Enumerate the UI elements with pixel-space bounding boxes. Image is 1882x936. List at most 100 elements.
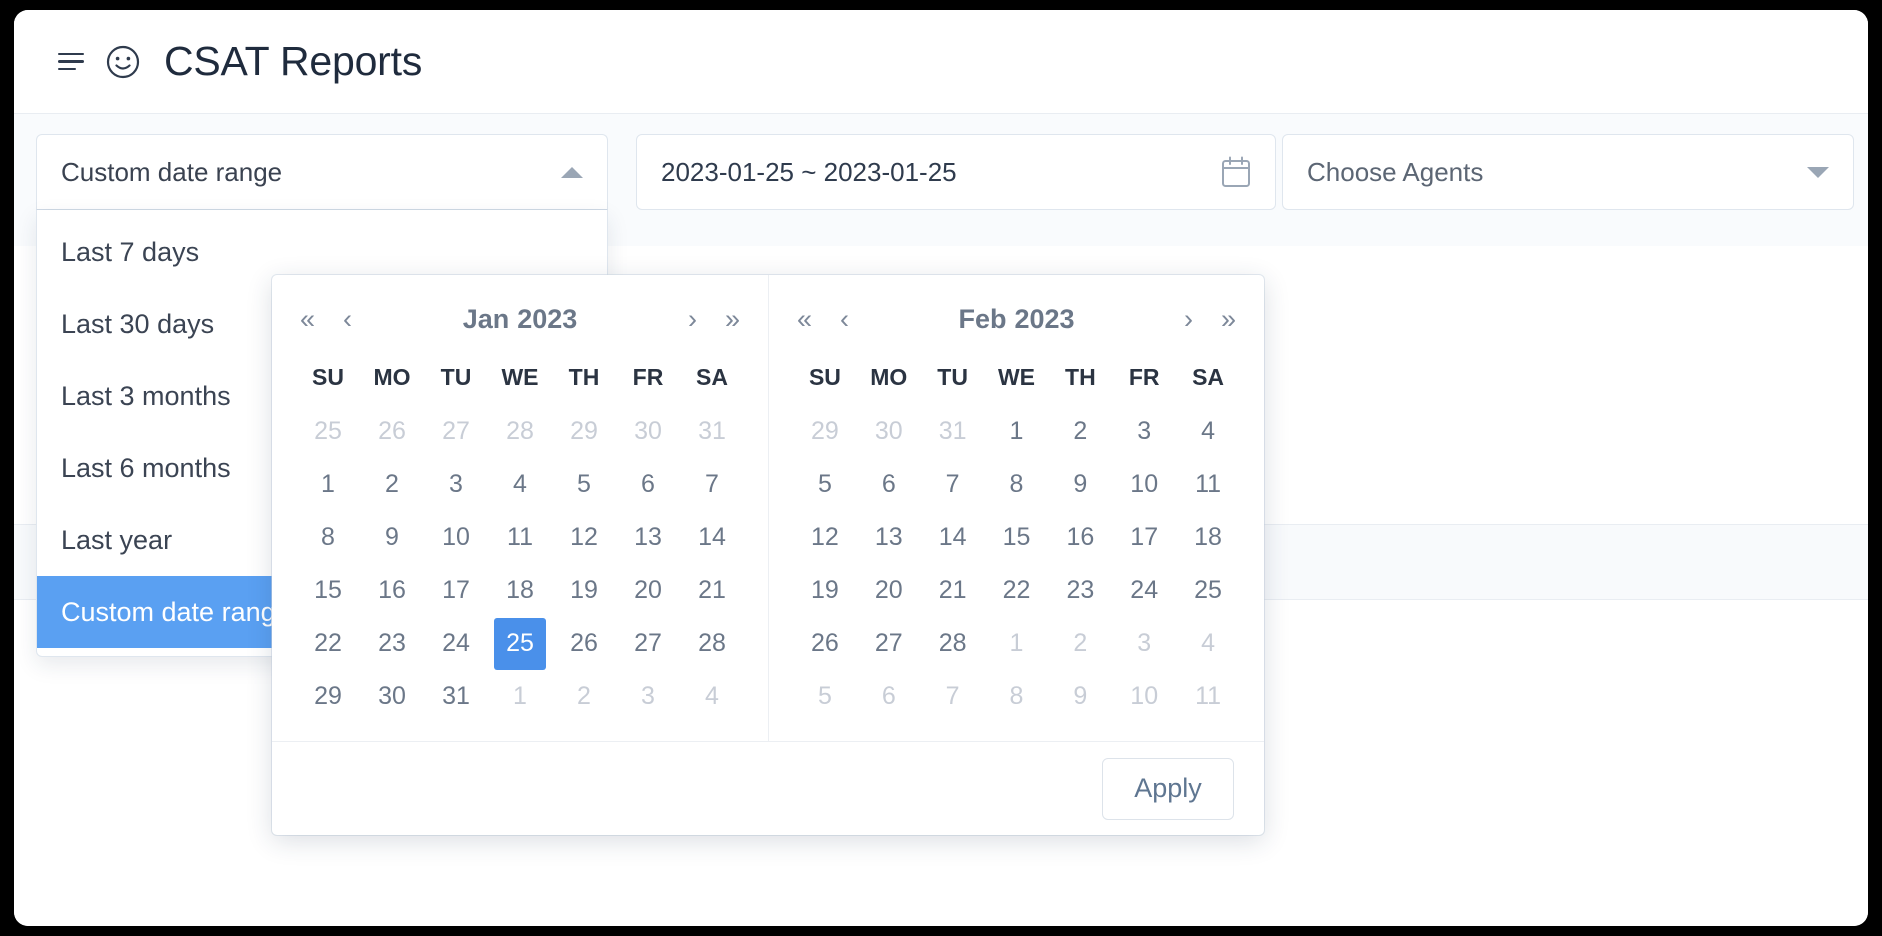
hamburger-icon[interactable]: [58, 52, 84, 72]
calendar-month-label[interactable]: Jan: [463, 304, 510, 334]
calendar-day[interactable]: 10: [1118, 459, 1170, 511]
calendar-day[interactable]: 15: [990, 512, 1042, 564]
calendar-day[interactable]: 13: [622, 512, 674, 564]
calendar-day[interactable]: 17: [1118, 512, 1170, 564]
calendar-day[interactable]: 19: [799, 565, 851, 617]
calendar-day[interactable]: 2: [1054, 406, 1106, 458]
calendar-day-cell: 7: [680, 458, 744, 511]
prev-month-button[interactable]: ‹: [836, 305, 853, 333]
calendar-day[interactable]: 1: [990, 406, 1042, 458]
calendar-day[interactable]: 22: [302, 618, 354, 670]
calendar-day[interactable]: 3: [430, 459, 482, 511]
calendar-day-cell: 2: [1048, 405, 1112, 458]
date-range-value: 2023-01-25 ~ 2023-01-25: [661, 156, 957, 187]
prev-year-button[interactable]: «: [296, 305, 319, 333]
calendar-day-cell: 5: [552, 458, 616, 511]
calendar-day[interactable]: 21: [927, 565, 979, 617]
calendar-day[interactable]: 14: [927, 512, 979, 564]
calendar-day[interactable]: 28: [927, 618, 979, 670]
calendar-day[interactable]: 14: [686, 512, 738, 564]
calendar-day[interactable]: 5: [558, 459, 610, 511]
calendar-day[interactable]: 27: [622, 618, 674, 670]
calendar-day[interactable]: 23: [366, 618, 418, 670]
calendar-day-cell: 26: [552, 617, 616, 670]
prev-month-button[interactable]: ‹: [339, 305, 356, 333]
calendar-day[interactable]: 7: [686, 459, 738, 511]
weekday-label: MO: [870, 364, 908, 390]
calendar-day[interactable]: 3: [1118, 406, 1170, 458]
prev-year-button[interactable]: «: [793, 305, 816, 333]
calendar-day[interactable]: 9: [366, 512, 418, 564]
calendar-day[interactable]: 4: [1182, 406, 1234, 458]
calendar-day[interactable]: 20: [863, 565, 915, 617]
calendar-day[interactable]: 13: [863, 512, 915, 564]
calendar-day[interactable]: 24: [1118, 565, 1170, 617]
calendar-day-cell: 28: [488, 405, 552, 458]
calendar-day[interactable]: 4: [494, 459, 546, 511]
calendar-day[interactable]: 16: [366, 565, 418, 617]
calendar-day[interactable]: 22: [990, 565, 1042, 617]
calendar-day[interactable]: 26: [558, 618, 610, 670]
next-month-button[interactable]: ›: [684, 305, 701, 333]
calendar-day[interactable]: 2: [366, 459, 418, 511]
calendar-day[interactable]: 21: [686, 565, 738, 617]
calendar-day[interactable]: 15: [302, 565, 354, 617]
calendar-day[interactable]: 20: [622, 565, 674, 617]
calendar-title: Feb 2023: [793, 304, 1240, 335]
next-year-button[interactable]: »: [1217, 305, 1240, 333]
apply-button[interactable]: Apply: [1102, 757, 1234, 820]
calendar-day[interactable]: 23: [1054, 565, 1106, 617]
calendar-day[interactable]: 6: [863, 459, 915, 511]
calendar-year-label[interactable]: 2023: [517, 304, 577, 334]
calendar-day[interactable]: 9: [1054, 459, 1106, 511]
calendar-day[interactable]: 18: [494, 565, 546, 617]
next-year-button[interactable]: »: [721, 305, 744, 333]
next-month-button[interactable]: ›: [1180, 305, 1197, 333]
calendar-week-row: 25 26 27 28 29 30 31: [296, 405, 744, 458]
calendar-day-cell: 24: [1112, 564, 1176, 617]
calendar-day[interactable]: 17: [430, 565, 482, 617]
agents-select[interactable]: Choose Agents: [1282, 134, 1854, 210]
calendar-day-cell: 3: [1112, 617, 1176, 670]
calendar-title: Jan 2023: [296, 304, 744, 335]
calendar-day-cell: 24: [424, 617, 488, 670]
app-header: CSAT Reports: [14, 10, 1868, 114]
calendar-day[interactable]: 11: [1182, 459, 1234, 511]
calendar-day[interactable]: 1: [302, 459, 354, 511]
calendar-day[interactable]: 27: [863, 618, 915, 670]
calendar-day[interactable]: 6: [622, 459, 674, 511]
calendar-day[interactable]: 8: [302, 512, 354, 564]
calendar-day[interactable]: 28: [686, 618, 738, 670]
calendar-day[interactable]: 7: [927, 459, 979, 511]
calendar-day[interactable]: 8: [990, 459, 1042, 511]
calendar-day[interactable]: 19: [558, 565, 610, 617]
calendar-day[interactable]: 12: [558, 512, 610, 564]
calendar-day[interactable]: 18: [1182, 512, 1234, 564]
calendar-day[interactable]: 24: [430, 618, 482, 670]
chevron-up-icon: [561, 166, 583, 178]
calendar-day[interactable]: 16: [1054, 512, 1106, 564]
smiley-icon: [106, 45, 140, 78]
calendar-day[interactable]: 12: [799, 512, 851, 564]
calendar-day[interactable]: 25: [1182, 565, 1234, 617]
calendar-month-label[interactable]: Feb: [958, 304, 1006, 334]
calendar-day[interactable]: 29: [302, 671, 354, 723]
calendar-day-cell: 26: [793, 617, 857, 670]
calendar-day[interactable]: 10: [430, 512, 482, 564]
calendar-day: 30: [874, 417, 903, 445]
calendar-day-selected[interactable]: 25: [494, 617, 546, 670]
calendar-week-row: 1234567: [296, 458, 744, 511]
calendar-day[interactable]: 26: [799, 618, 851, 670]
date-range-input[interactable]: 2023-01-25 ~ 2023-01-25: [636, 134, 1276, 210]
calendar-day-cell: 29: [793, 405, 857, 458]
calendar-day: 1: [513, 682, 527, 710]
calendar-day[interactable]: 30: [366, 671, 418, 723]
weekday-label: WE: [501, 364, 539, 390]
calendar-year-label[interactable]: 2023: [1014, 304, 1074, 334]
calendar-day[interactable]: 5: [799, 459, 851, 511]
calendar-day: 1: [1009, 629, 1024, 657]
calendar-day[interactable]: 31: [430, 671, 482, 723]
date-range-preset-select[interactable]: Custom date range: [36, 134, 608, 210]
calendar-day-cell: 3: [424, 458, 488, 511]
calendar-day[interactable]: 11: [494, 512, 546, 564]
